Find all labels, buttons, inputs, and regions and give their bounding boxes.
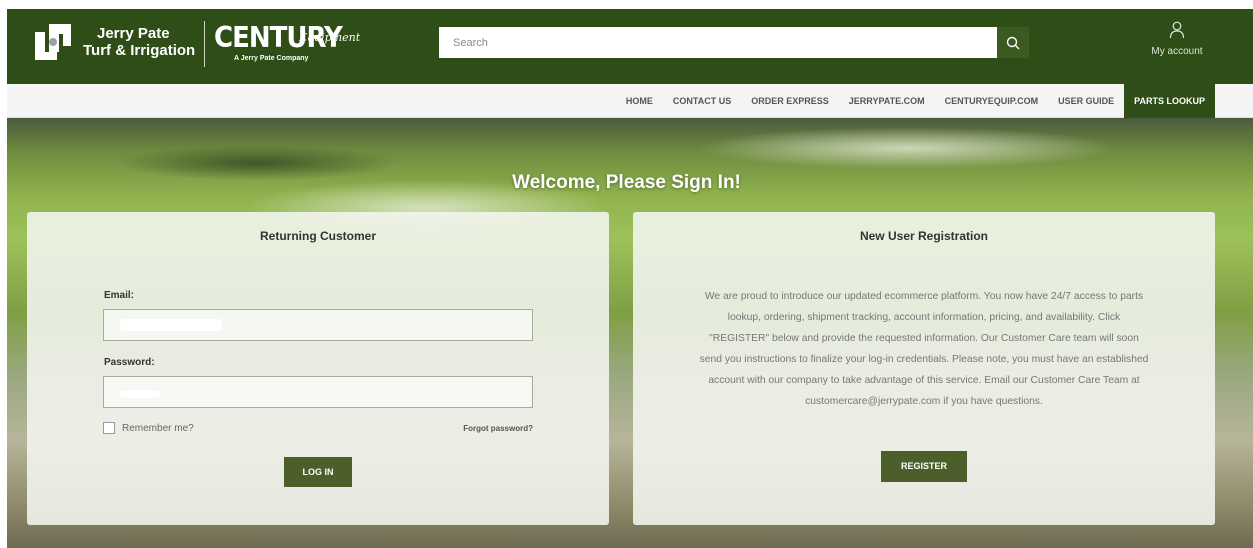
password-field[interactable] bbox=[103, 376, 533, 408]
century-subtitle: A Jerry Pate Company bbox=[234, 55, 309, 62]
nav-jerrypate-com[interactable]: JERRYPATE.COM bbox=[839, 84, 935, 118]
nav-order-express[interactable]: ORDER EXPRESS bbox=[741, 84, 839, 118]
jp-logo-mark-icon bbox=[33, 22, 73, 62]
logo-divider bbox=[204, 21, 205, 67]
my-account-label: My account bbox=[1151, 46, 1203, 57]
brand-line1: Jerry Pate bbox=[97, 25, 170, 42]
forgot-password-link[interactable]: Forgot password? bbox=[463, 424, 533, 433]
redacted-value bbox=[120, 390, 160, 398]
search-bar bbox=[439, 27, 1029, 58]
search-button[interactable] bbox=[997, 27, 1029, 58]
nav-user-guide[interactable]: USER GUIDE bbox=[1048, 84, 1124, 118]
remember-me-label: Remember me? bbox=[122, 422, 194, 434]
search-icon bbox=[1006, 36, 1020, 49]
login-button[interactable]: LOG IN bbox=[284, 457, 352, 487]
remember-me-checkbox[interactable] bbox=[103, 422, 115, 434]
password-label: Password: bbox=[104, 357, 155, 368]
page-title: Welcome, Please Sign In! bbox=[512, 172, 741, 193]
my-account-link[interactable]: My account bbox=[1142, 21, 1212, 57]
nav-contact-us[interactable]: CONTACT US bbox=[663, 84, 741, 118]
register-button[interactable]: REGISTER bbox=[881, 451, 967, 482]
registration-title: New User Registration bbox=[859, 229, 989, 243]
century-equipment-logo[interactable]: CENTURY Equipment A Jerry Pate Company bbox=[214, 22, 360, 63]
site-header: Jerry Pate Turf & Irrigation CENTURY Equ… bbox=[7, 9, 1253, 84]
main-nav: HOME CONTACT US ORDER EXPRESS JERRYPATE.… bbox=[7, 84, 1253, 118]
email-label: Email: bbox=[104, 290, 135, 301]
new-user-registration-panel: New User Registration We are proud to in… bbox=[633, 212, 1215, 525]
century-script: Equipment bbox=[299, 31, 361, 44]
user-icon bbox=[1169, 21, 1185, 39]
redacted-value bbox=[120, 319, 222, 331]
returning-customer-title: Returning Customer bbox=[259, 229, 376, 243]
nav-centuryequip-com[interactable]: CENTURYEQUIP.COM bbox=[935, 84, 1049, 118]
registration-description: We are proud to introduce our updated ec… bbox=[699, 291, 1149, 407]
email-field[interactable] bbox=[103, 309, 533, 341]
brand-line2: Turf & Irrigation bbox=[83, 42, 196, 59]
returning-customer-panel: Returning Customer Email: Password: Reme… bbox=[27, 212, 609, 525]
nav-parts-lookup[interactable]: PARTS LOOKUP bbox=[1124, 84, 1215, 118]
search-input[interactable] bbox=[439, 27, 997, 58]
remember-me[interactable]: Remember me? bbox=[103, 422, 194, 434]
nav-home[interactable]: HOME bbox=[616, 84, 663, 118]
jerry-pate-logo[interactable]: Jerry Pate Turf & Irrigation bbox=[33, 22, 195, 62]
